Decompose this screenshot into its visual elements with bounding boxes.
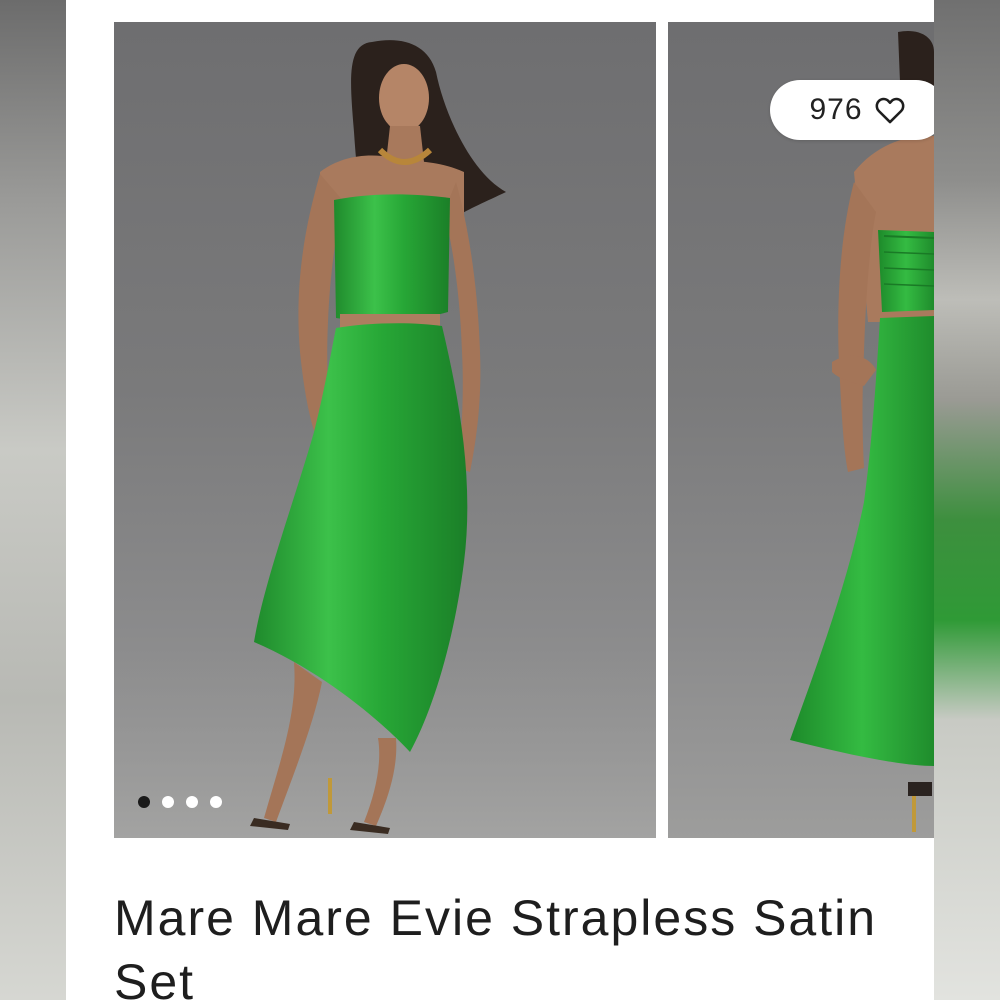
blurred-background-left (0, 0, 66, 1000)
carousel-dot-2[interactable] (162, 796, 174, 808)
likes-count: 976 (809, 93, 863, 126)
model-front-illustration (114, 40, 656, 838)
image-carousel[interactable]: 976 (114, 22, 934, 838)
carousel-dot-3[interactable] (186, 796, 198, 808)
product-image-front[interactable] (114, 22, 656, 838)
likes-button[interactable]: 976 (770, 80, 934, 140)
blurred-background-right (934, 0, 1000, 1000)
model-back-illustration (790, 30, 934, 832)
product-title: Mare Mare Evie Strapless Satin Set (114, 890, 878, 1000)
carousel-pagination (138, 796, 222, 808)
carousel-dot-4[interactable] (210, 796, 222, 808)
heart-outline-icon (875, 97, 904, 124)
carousel-dot-1[interactable] (138, 796, 150, 808)
product-image-back[interactable] (668, 22, 934, 838)
product-page: 976 Mare Mare Evie Strapless Satin Set (66, 0, 934, 1000)
